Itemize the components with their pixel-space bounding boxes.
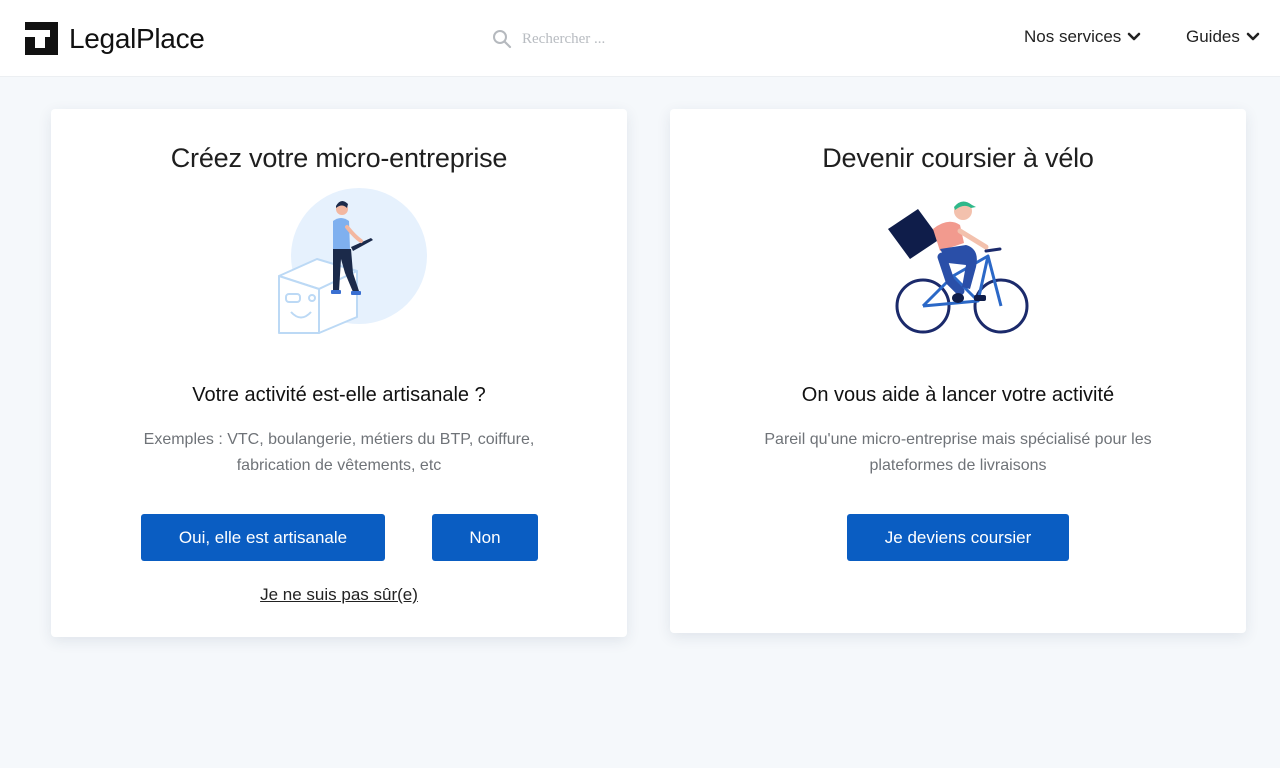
card-description: Pareil qu'une micro-entreprise mais spéc…: [764, 431, 1152, 474]
card-title: Créez votre micro-entreprise: [170, 143, 508, 173]
card-subtitle: On vous aide à lancer votre activité: [801, 384, 1115, 406]
nav-guides-label: Guides: [1186, 27, 1240, 46]
bike-courier-illustration: [888, 201, 1029, 334]
logo-icon: [25, 22, 58, 55]
top-header: LegalPlace Nos services Guides: [0, 0, 1280, 77]
nav-services-menu[interactable]: Nos services: [1024, 27, 1141, 47]
card-description: Exemples : VTC, boulangerie, métiers du …: [143, 431, 535, 474]
entrepreneur-illustration: [278, 188, 427, 334]
logo-text: LegalPlace: [69, 22, 205, 54]
nav-services-label: Nos services: [1024, 27, 1122, 46]
card-subtitle: Votre activité est-elle artisanale ?: [192, 384, 486, 406]
chevron-down-icon: [1128, 32, 1141, 41]
chevron-down-icon: [1246, 32, 1260, 41]
not-sure-link[interactable]: Je ne suis pas sûr(e): [51, 585, 627, 605]
search-icon[interactable]: [492, 29, 512, 49]
card-title: Devenir coursier à vélo: [822, 143, 1094, 173]
search-input[interactable]: [522, 30, 742, 48]
logo[interactable]: LegalPlace: [25, 22, 205, 55]
search-bar: [492, 26, 752, 52]
coursier-card: Devenir coursier à vélo On vous aide à l…: [670, 109, 1246, 633]
yes-artisanal-button[interactable]: Oui, elle est artisanale: [141, 514, 385, 561]
micro-entreprise-card: Créez votre micro-entreprise Votre activ…: [51, 109, 627, 637]
nav-guides-menu[interactable]: Guides: [1186, 27, 1260, 47]
become-courier-button[interactable]: Je deviens coursier: [847, 514, 1069, 561]
no-button[interactable]: Non: [432, 514, 538, 561]
